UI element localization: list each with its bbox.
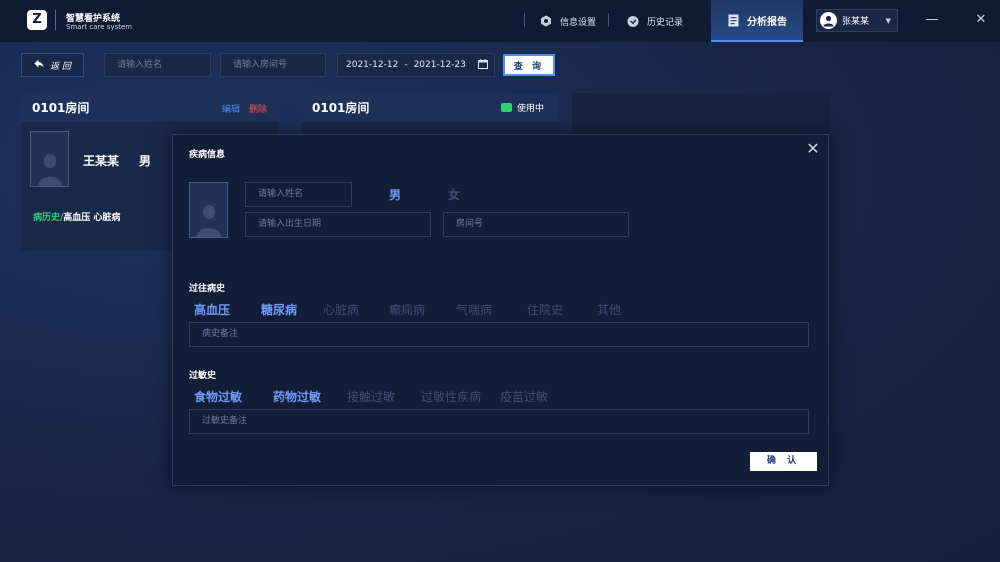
- tag-hypertension[interactable]: 高血压: [194, 301, 230, 318]
- tag-hospitalization[interactable]: 住院史: [527, 301, 563, 318]
- patient-gender: 男: [139, 154, 152, 168]
- user-name: 张某某: [842, 17, 870, 27]
- date-separator: -: [404, 60, 408, 70]
- nav-info-settings[interactable]: 信息设置: [540, 0, 596, 42]
- history-note-input[interactable]: 病史备注: [189, 322, 809, 347]
- close-window-button[interactable]: ✕: [973, 12, 989, 28]
- calendar-icon: [478, 58, 488, 72]
- nav-analysis-report-label: 分析报告: [747, 16, 787, 28]
- history-value: 高血压 心脏病: [63, 213, 121, 223]
- chevron-down-icon: ▼: [885, 16, 891, 25]
- tag-food-allergy[interactable]: 食物过敏: [194, 388, 242, 405]
- gender-female-option[interactable]: 女: [448, 186, 460, 203]
- person-silhouette-icon: [196, 205, 221, 237]
- tag-contact-allergy[interactable]: 接触过敏: [347, 388, 395, 405]
- person-silhouette-icon: [37, 154, 62, 186]
- room-search-input[interactable]: 请输入房间号: [220, 53, 326, 77]
- minimize-button[interactable]: —: [924, 12, 940, 28]
- back-arrow-icon: [34, 59, 44, 71]
- name-input[interactable]: 请输入姓名: [245, 182, 352, 207]
- delete-link[interactable]: 删除: [249, 102, 267, 115]
- upload-photo[interactable]: [189, 182, 228, 238]
- date-start: 2021-12-12: [346, 60, 399, 70]
- allergy-note-input[interactable]: 过敏史备注: [189, 409, 809, 434]
- status-badge: 使用中: [501, 101, 544, 114]
- tag-other[interactable]: 其他: [597, 301, 621, 318]
- back-button[interactable]: 返 回: [21, 53, 84, 77]
- tag-allergic-disease[interactable]: 过敏性疾病: [421, 388, 481, 405]
- confirm-button[interactable]: 确 认: [750, 452, 817, 471]
- patient-photo: [30, 131, 69, 187]
- tag-epilepsy[interactable]: 癫痫病: [389, 301, 425, 318]
- nav-divider: [524, 13, 525, 27]
- back-button-label: 返 回: [50, 61, 71, 72]
- date-end: 2021-12-23: [413, 60, 466, 70]
- nav-info-settings-label: 信息设置: [560, 17, 597, 28]
- app-subtitle: Smart care system: [66, 23, 133, 31]
- camera-status-icon: [501, 103, 512, 112]
- nav-history[interactable]: 历史记录: [627, 0, 683, 42]
- logo-divider: [55, 10, 56, 30]
- date-range-picker[interactable]: 2021-12-12 - 2021-12-23: [337, 53, 495, 77]
- modal-title: 疾病信息: [189, 150, 226, 160]
- tag-vaccine-allergy[interactable]: 疫苗过敏: [500, 388, 548, 405]
- medical-history-line: 病历史/高血压 心脏病: [33, 210, 120, 223]
- user-menu[interactable]: 张某某 ▼: [816, 9, 898, 32]
- gender-male-option[interactable]: 男: [389, 186, 401, 203]
- birth-date-input[interactable]: 请输入出生日期: [245, 212, 431, 237]
- nav-divider: [608, 13, 609, 27]
- edit-link[interactable]: 编辑: [222, 102, 240, 115]
- hexagon-settings-icon: [540, 15, 552, 27]
- tag-asthma[interactable]: 气喘病: [456, 301, 492, 318]
- tag-diabetes[interactable]: 糖尿病: [261, 301, 297, 318]
- history-label: 病历史/: [33, 213, 64, 223]
- report-icon: [727, 14, 739, 26]
- name-search-input[interactable]: 请输入姓名: [104, 53, 211, 77]
- patient-name: 王某某: [83, 154, 120, 168]
- app-logo: Z: [27, 10, 47, 30]
- past-history-title: 过往病史: [189, 284, 226, 294]
- status-text: 使用中: [517, 104, 545, 114]
- tag-heart-disease[interactable]: 心脏病: [323, 301, 359, 318]
- room-number-input[interactable]: 房间号: [443, 212, 629, 237]
- tag-drug-allergy[interactable]: 药物过敏: [273, 388, 321, 405]
- query-button[interactable]: 查 询: [503, 54, 555, 76]
- modal-close-button[interactable]: ✕: [804, 140, 822, 158]
- clock-icon: [627, 15, 639, 27]
- avatar: [820, 12, 837, 29]
- allergy-title: 过敏史: [189, 371, 217, 381]
- nav-analysis-report[interactable]: 分析报告: [711, 0, 803, 42]
- nav-history-label: 历史记录: [647, 17, 684, 28]
- room-card-title: 0101房间: [21, 93, 279, 122]
